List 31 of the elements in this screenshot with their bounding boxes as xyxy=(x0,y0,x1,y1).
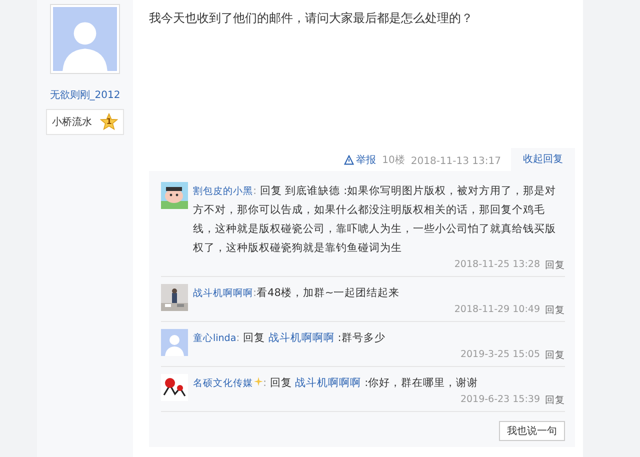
comment-text: 名硕文化传媒 : 回复 战斗机啊啊啊 :你好，群在哪里，谢谢 xyxy=(193,376,480,391)
comment-time: 2019-6-23 15:39 xyxy=(460,394,540,407)
comment-button[interactable]: 我也说一句 xyxy=(499,421,565,441)
report-link[interactable]: 举报 xyxy=(344,153,376,167)
floor-number: 10楼 xyxy=(382,154,405,167)
post-time: 2018-11-13 13:17 xyxy=(410,156,501,167)
warning-icon xyxy=(344,155,354,165)
comment-time: 2018-11-25 13:28 xyxy=(454,259,540,272)
reply-link[interactable]: 回复 xyxy=(545,304,565,317)
reply-link[interactable]: 回复 xyxy=(545,259,565,272)
level-star: 1 xyxy=(100,113,118,131)
rank-title: 小桥流水 xyxy=(52,116,92,129)
comment-time: 2018-11-29 10:49 xyxy=(454,304,540,317)
commenter-link[interactable]: 名硕文化传媒 xyxy=(193,378,253,389)
user-avatar-icon[interactable] xyxy=(161,182,188,209)
logo-icon[interactable] xyxy=(161,374,188,401)
commenter-link[interactable]: 割包皮的小黑 xyxy=(193,186,253,197)
commenter-link[interactable]: 战斗机啊啊啊 xyxy=(193,288,253,299)
collapse-replies-tab[interactable]: 收起回复 xyxy=(511,148,575,171)
reply-link[interactable]: 回复 xyxy=(545,349,565,362)
comment-text: 战斗机啊啊啊:看48楼，加群~一起团结起来 xyxy=(193,286,401,301)
comment-time: 2019-3-25 15:05 xyxy=(460,349,540,362)
post-text: 我今天也收到了他们的邮件，请问大家最后都是怎么处理的？ xyxy=(149,10,473,27)
username-link[interactable]: 无欲则刚_2012 xyxy=(50,88,120,102)
reply-link[interactable]: 回复 xyxy=(545,394,565,407)
mentioned-user-link[interactable]: 到底谁缺德 xyxy=(285,185,340,197)
mentioned-user-link[interactable]: 战斗机啊啊啊 xyxy=(295,377,362,389)
commenter-link[interactable]: 童心linda xyxy=(193,333,236,344)
mentioned-user-link[interactable]: 战斗机啊啊啊 xyxy=(268,332,334,344)
comment-text: 割包皮的小黑: 回复 到底谁缺德 :如果你写明图片版权，被对方用了，那是对方不对，那你可以告成，如果什么都没注明版权相关的话，那回复个鸡毛线，这种就是版权碰瓷公司，靠吓唬人为生，一些小公司怕了就真给钱买版权了，这种版权碰瓷狗就是靠钓鱼碰词为生 xyxy=(193,184,558,256)
comment-text: 童心linda: 回复 战斗机啊啊啊 :群号多少 xyxy=(193,331,386,346)
